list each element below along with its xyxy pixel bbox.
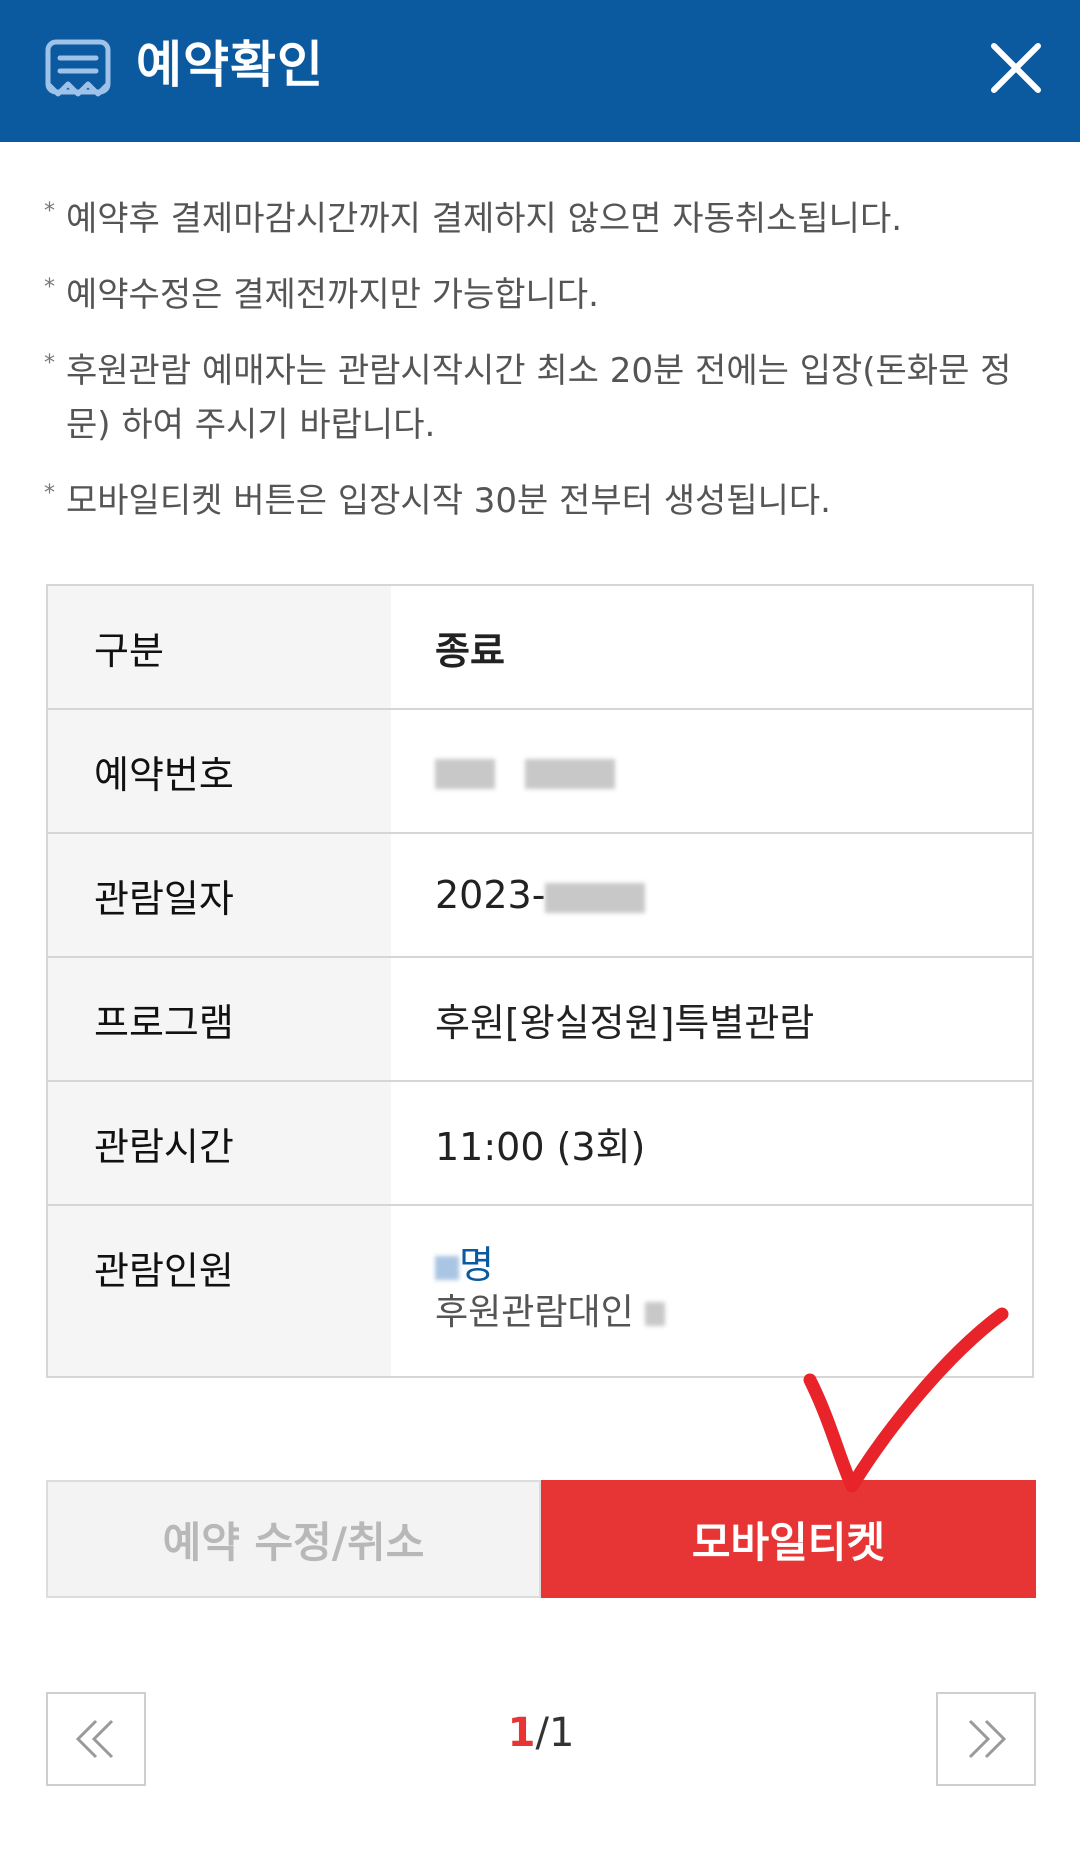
notice-list: * 예약후 결제마감시간까지 결제하지 않으면 자동취소됩니다. * 예약수정은… [44,192,1044,550]
table-row: 관람인원 명 후원관람대인 [47,1204,1033,1377]
table-row: 프로그램 후원[왕실정원]특별관람 [47,956,1033,1081]
redacted-block [545,882,646,913]
visitor-count-unit: 명 [459,1243,494,1287]
reservation-info-table: 구분 종료 예약번호 관람일자 2023- 프로그램 후원[왕실정원]특별관람 … [46,584,1034,1378]
current-page: 1 [507,1710,536,1756]
notice-text: 후원관람 예매자는 관람시작시간 최소 20분 전에는 입장(돈화문 정문) 하… [66,351,1012,445]
visit-date-value: 2023- [391,832,1033,957]
page-title: 예약확인 [136,36,324,94]
notice-item: * 예약수정은 결제전까지만 가능합니다. [44,268,1044,322]
receipt-icon [45,39,111,97]
visitor-type-text: 후원관람대인 [435,1292,634,1333]
visitor-count-value: 명 후원관람대인 [391,1204,1033,1377]
close-icon[interactable] [984,36,1048,100]
visit-date-text: 2023- [435,873,546,917]
notice-text: 예약수정은 결제전까지만 가능합니다. [66,275,599,315]
bullet-icon: * [44,481,55,506]
status-label: 구분 [47,585,391,709]
notice-text: 모바일티켓 버튼은 입장시작 30분 전부터 생성됩니다. [66,481,831,521]
visit-date-label: 관람일자 [47,832,391,957]
table-row: 관람일자 2023- [47,832,1033,957]
bullet-icon: * [44,351,55,376]
header-bar: 예약확인 [0,0,1080,142]
bullet-icon: * [44,275,55,300]
total-pages: 1 [548,1710,575,1756]
notice-item: * 후원관람 예매자는 관람시작시간 최소 20분 전에는 입장(돈화문 정문)… [44,344,1044,452]
table-row: 구분 종료 [47,585,1033,709]
notice-text: 예약후 결제마감시간까지 결제하지 않으면 자동취소됩니다. [66,199,903,239]
redacted-block [525,758,616,789]
visitor-count-label: 관람인원 [47,1204,391,1377]
notice-item: * 모바일티켓 버튼은 입장시작 30분 전부터 생성됩니다. [44,474,1044,528]
program-label: 프로그램 [47,956,391,1081]
pagination: 1/1 [46,1692,1036,1786]
next-page-button[interactable] [936,1692,1036,1786]
bullet-icon: * [44,199,55,224]
table-row: 예약번호 [47,708,1033,833]
visit-time-label: 관람시간 [47,1080,391,1205]
action-buttons: 예약 수정/취소 모바일티켓 [46,1480,1036,1598]
redacted-block [435,758,495,789]
reservation-number-value [391,708,1033,833]
edit-cancel-button[interactable]: 예약 수정/취소 [46,1480,541,1598]
notice-item: * 예약후 결제마감시간까지 결제하지 않으면 자동취소됩니다. [44,192,1044,246]
double-chevron-right-icon [968,1719,1007,1759]
visitor-count: 명 [435,1240,1032,1290]
program-value: 후원[왕실정원]특별관람 [391,956,1033,1081]
mobile-ticket-button[interactable]: 모바일티켓 [541,1480,1036,1598]
page-separator: / [535,1710,549,1756]
status-value: 종료 [435,628,505,673]
page-indicator: 1/1 [46,1710,1036,1756]
visit-time-value: 11:00 (3회) [391,1080,1033,1205]
redacted-block [435,1255,459,1280]
redacted-block [645,1302,666,1326]
reservation-number-label: 예약번호 [47,708,391,833]
table-row: 관람시간 11:00 (3회) [47,1080,1033,1205]
visitor-type: 후원관람대인 [435,1290,1032,1336]
